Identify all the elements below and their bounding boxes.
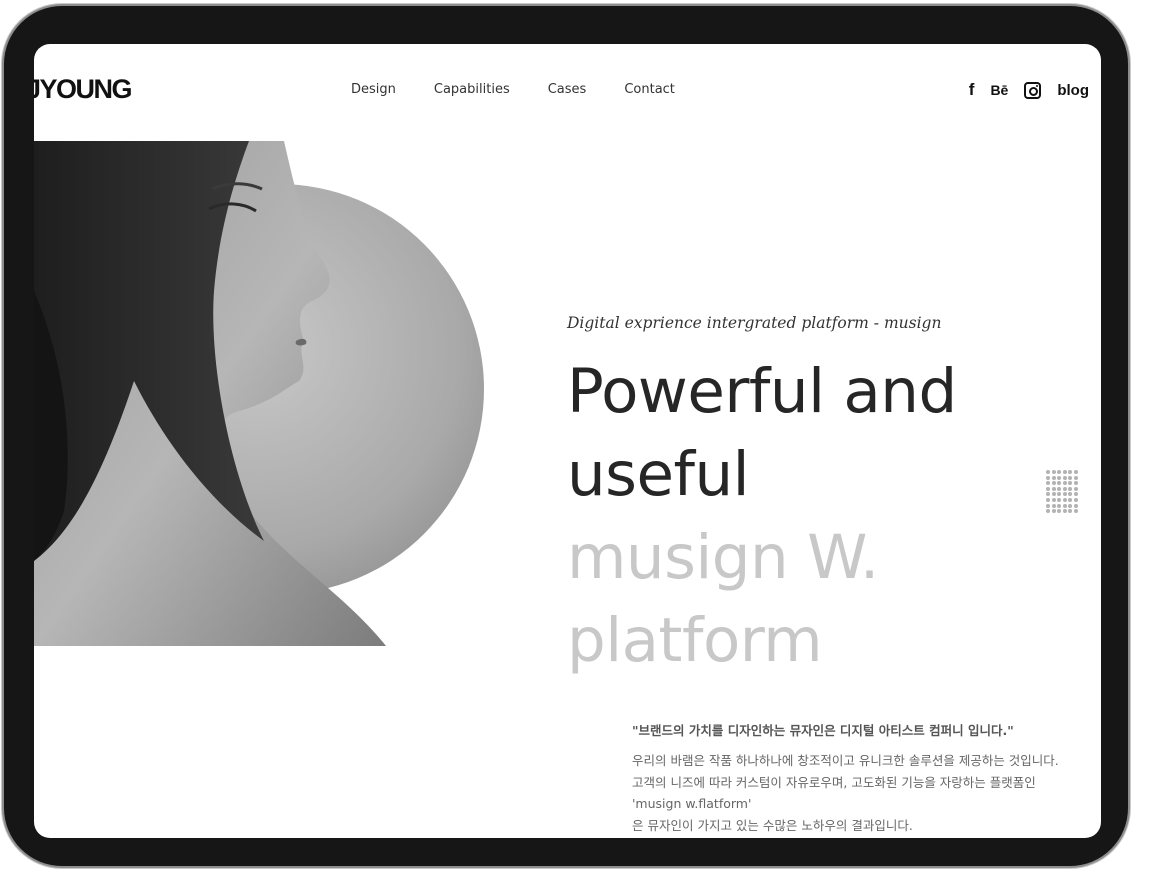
hero-description: 우리의 바램은 작품 하나하나에 창조적이고 유니크한 솔루션을 제공하는 것입… (632, 750, 1092, 836)
description-line-4: 은 뮤자인이 가지고 있는 수많은 노하우의 결과입니다. (632, 817, 913, 833)
main-nav: Design Capabilities Cases Contact (351, 82, 675, 97)
blog-icon[interactable]: blog (1057, 82, 1089, 99)
nav-capabilities[interactable]: Capabilities (434, 82, 510, 97)
headline-line-2: useful (567, 439, 750, 510)
headline-line-4: platform (567, 605, 823, 676)
description-line-3: 'musign w.flatform' (632, 796, 752, 811)
site-logo[interactable]: JYOUNG (34, 74, 133, 105)
hero-quote: "브랜드의 가치를 디자인하는 뮤자인은 디지털 아티스트 컴퍼니 입니다." (632, 723, 1014, 738)
hero-headline: Powerful and useful musign W. platform (567, 350, 957, 682)
website-screen: JYOUNG Design Capabilities Cases Contact… (34, 44, 1101, 838)
dot-grid-icon (1046, 470, 1078, 514)
nav-design[interactable]: Design (351, 82, 396, 97)
headline-line-1: Powerful and (567, 356, 957, 427)
social-links: f Bē blog (969, 80, 1089, 100)
hero-tagline: Digital exprience intergrated platform -… (567, 314, 942, 332)
nav-cases[interactable]: Cases (548, 82, 587, 97)
hero-portrait-image (34, 141, 484, 646)
nav-contact[interactable]: Contact (624, 82, 675, 97)
description-line-2: 고객의 니즈에 따라 커스텀이 자유로우며, 고도화된 기능을 자랑하는 플랫폼… (632, 774, 1036, 790)
headline-line-3: musign W. (567, 522, 879, 593)
description-line-1: 우리의 바램은 작품 하나하나에 창조적이고 유니크한 솔루션을 제공하는 것입… (632, 753, 1059, 768)
tablet-frame: JYOUNG Design Capabilities Cases Contact… (4, 6, 1128, 866)
behance-icon[interactable]: Bē (990, 82, 1008, 98)
facebook-icon[interactable]: f (969, 80, 975, 100)
instagram-icon[interactable] (1024, 81, 1042, 99)
